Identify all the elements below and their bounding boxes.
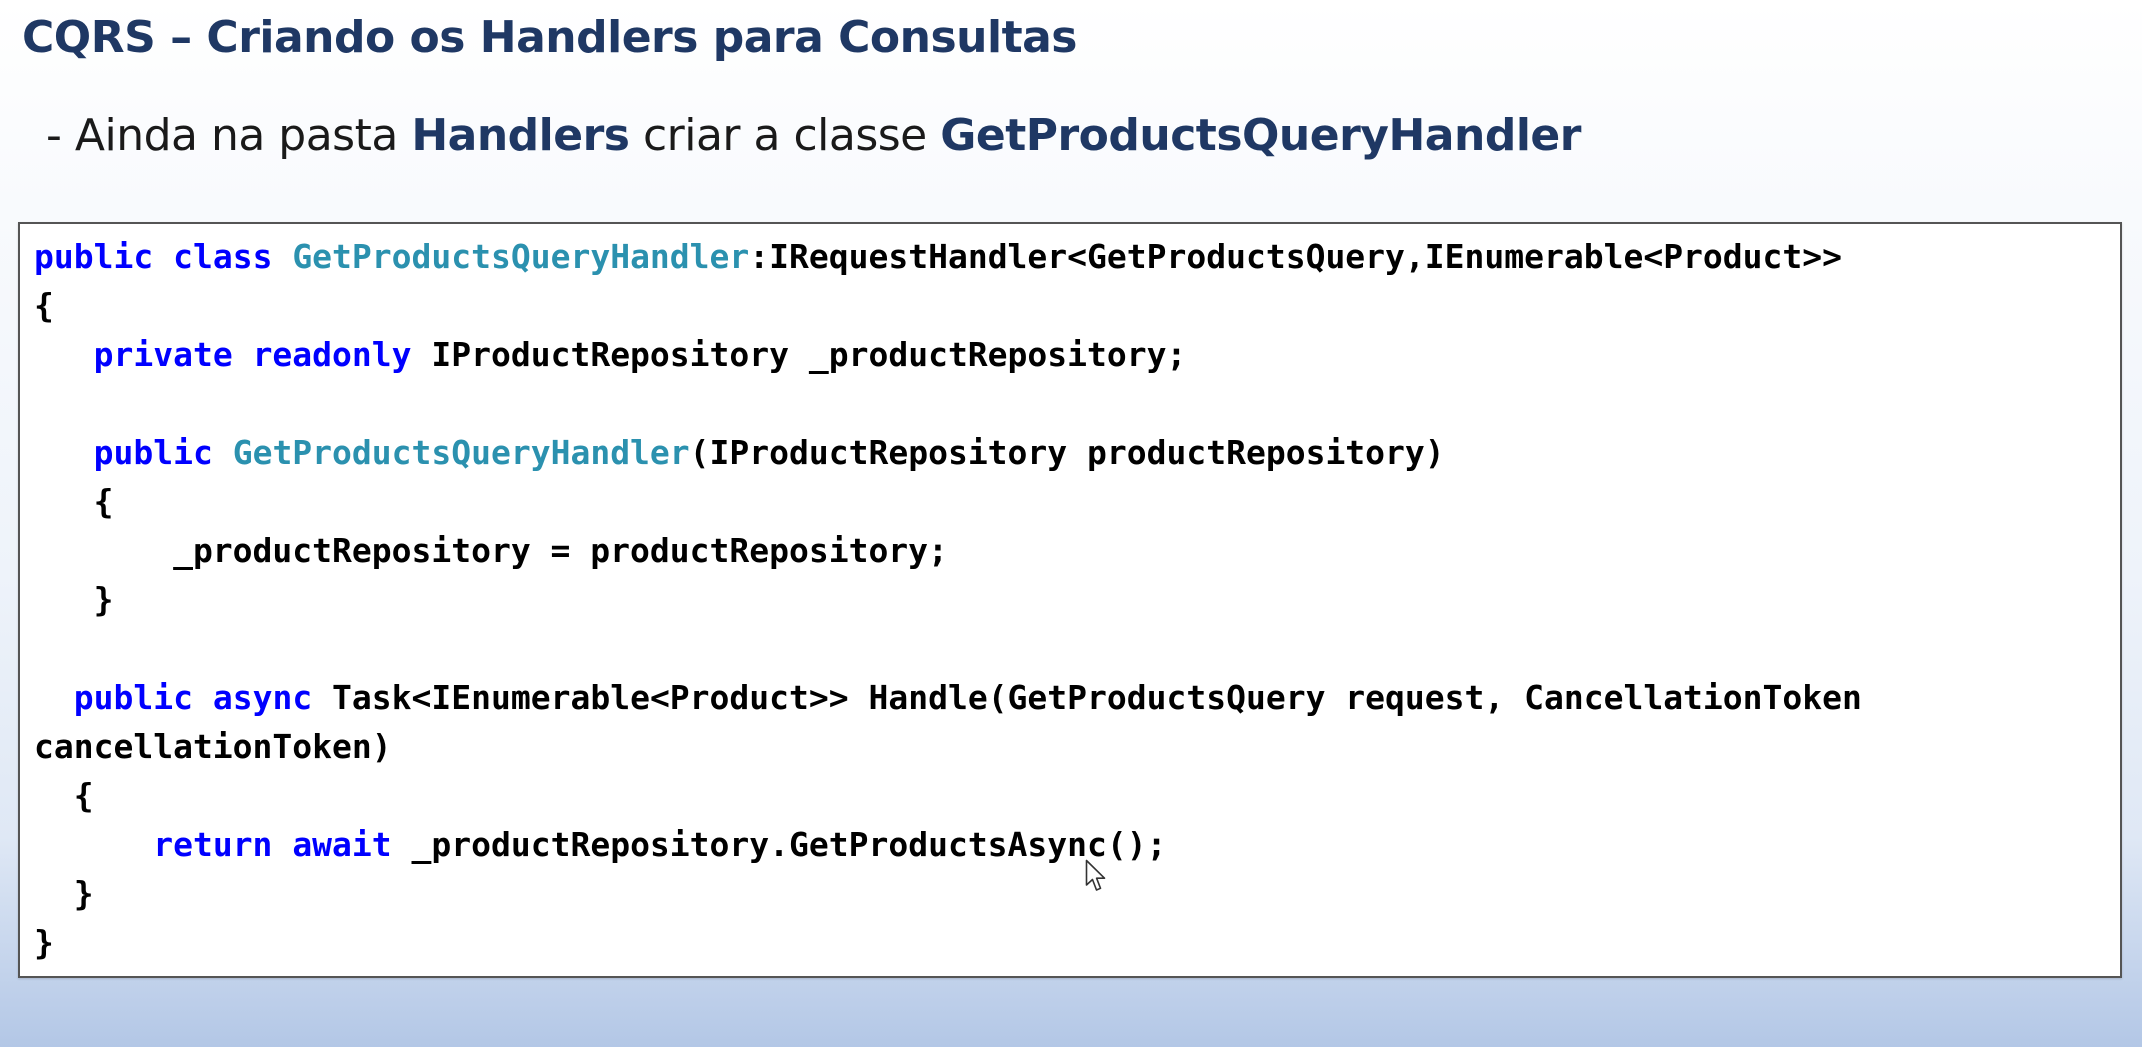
code-line: { — [34, 771, 1862, 820]
subtitle-middle: criar a classe — [629, 110, 941, 161]
code-keyword: public — [73, 678, 193, 717]
code-class-name: GetProductsQueryHandler — [292, 237, 750, 276]
subtitle-class-name: GetProductsQueryHandler — [940, 110, 1581, 161]
code-text: { — [34, 286, 54, 325]
code-text: cancellationToken) — [34, 727, 392, 766]
code-keyword: public — [93, 433, 213, 472]
code-line: return await _productRepository.GetProdu… — [34, 820, 1862, 869]
subtitle-prefix: - Ainda na pasta — [46, 110, 412, 161]
code-line: } — [34, 869, 1862, 918]
code-text: IProductRepository _productRepository; — [411, 335, 1187, 374]
code-class-name: GetProductsQueryHandler — [232, 433, 690, 472]
code-keyword: private — [93, 335, 233, 374]
code-line: _productRepository = productRepository; — [34, 526, 1862, 575]
code-keyword: return — [153, 825, 273, 864]
code-keyword: await — [292, 825, 392, 864]
slide-title: CQRS – Criando os Handlers para Consulta… — [22, 12, 1078, 63]
code-line: public GetProductsQueryHandler(IProductR… — [34, 428, 1862, 477]
code-line: } — [34, 575, 1862, 624]
code-text: { — [34, 776, 94, 815]
code-line: private readonly IProductRepository _pro… — [34, 330, 1862, 379]
code-keyword: public — [34, 237, 154, 276]
code-line: public class GetProductsQueryHandler:IRe… — [34, 232, 1862, 281]
code-keyword: class — [173, 237, 273, 276]
code-text: _productRepository = productRepository; — [34, 531, 948, 570]
code-line: { — [34, 477, 1862, 526]
code-line: public async Task<IEnumerable<Product>> … — [34, 673, 1862, 722]
code-block: public class GetProductsQueryHandler:IRe… — [18, 222, 2122, 978]
code-line: { — [34, 281, 1862, 330]
code-text: } — [34, 874, 94, 913]
code-line: } — [34, 918, 1862, 967]
code-text: (IProductRepository productRepository) — [689, 433, 1445, 472]
code-listing: public class GetProductsQueryHandler:IRe… — [34, 232, 1862, 967]
slide-subtitle: - Ainda na pasta Handlers criar a classe… — [46, 110, 1581, 161]
code-line: cancellationToken) — [34, 722, 1862, 771]
subtitle-folder-name: Handlers — [411, 110, 630, 161]
code-text: Task<IEnumerable<Product>> Handle(GetPro… — [312, 678, 1862, 717]
code-text: { — [34, 482, 114, 521]
code-keyword: readonly — [252, 335, 412, 374]
code-text: :IRequestHandler<GetProductsQuery,IEnume… — [749, 237, 1843, 276]
code-text: _productRepository.GetProductsAsync(); — [391, 825, 1167, 864]
code-keyword: async — [212, 678, 313, 717]
code-text: } — [34, 923, 54, 962]
code-text: } — [34, 580, 114, 619]
mouse-pointer-icon — [1085, 859, 1106, 891]
